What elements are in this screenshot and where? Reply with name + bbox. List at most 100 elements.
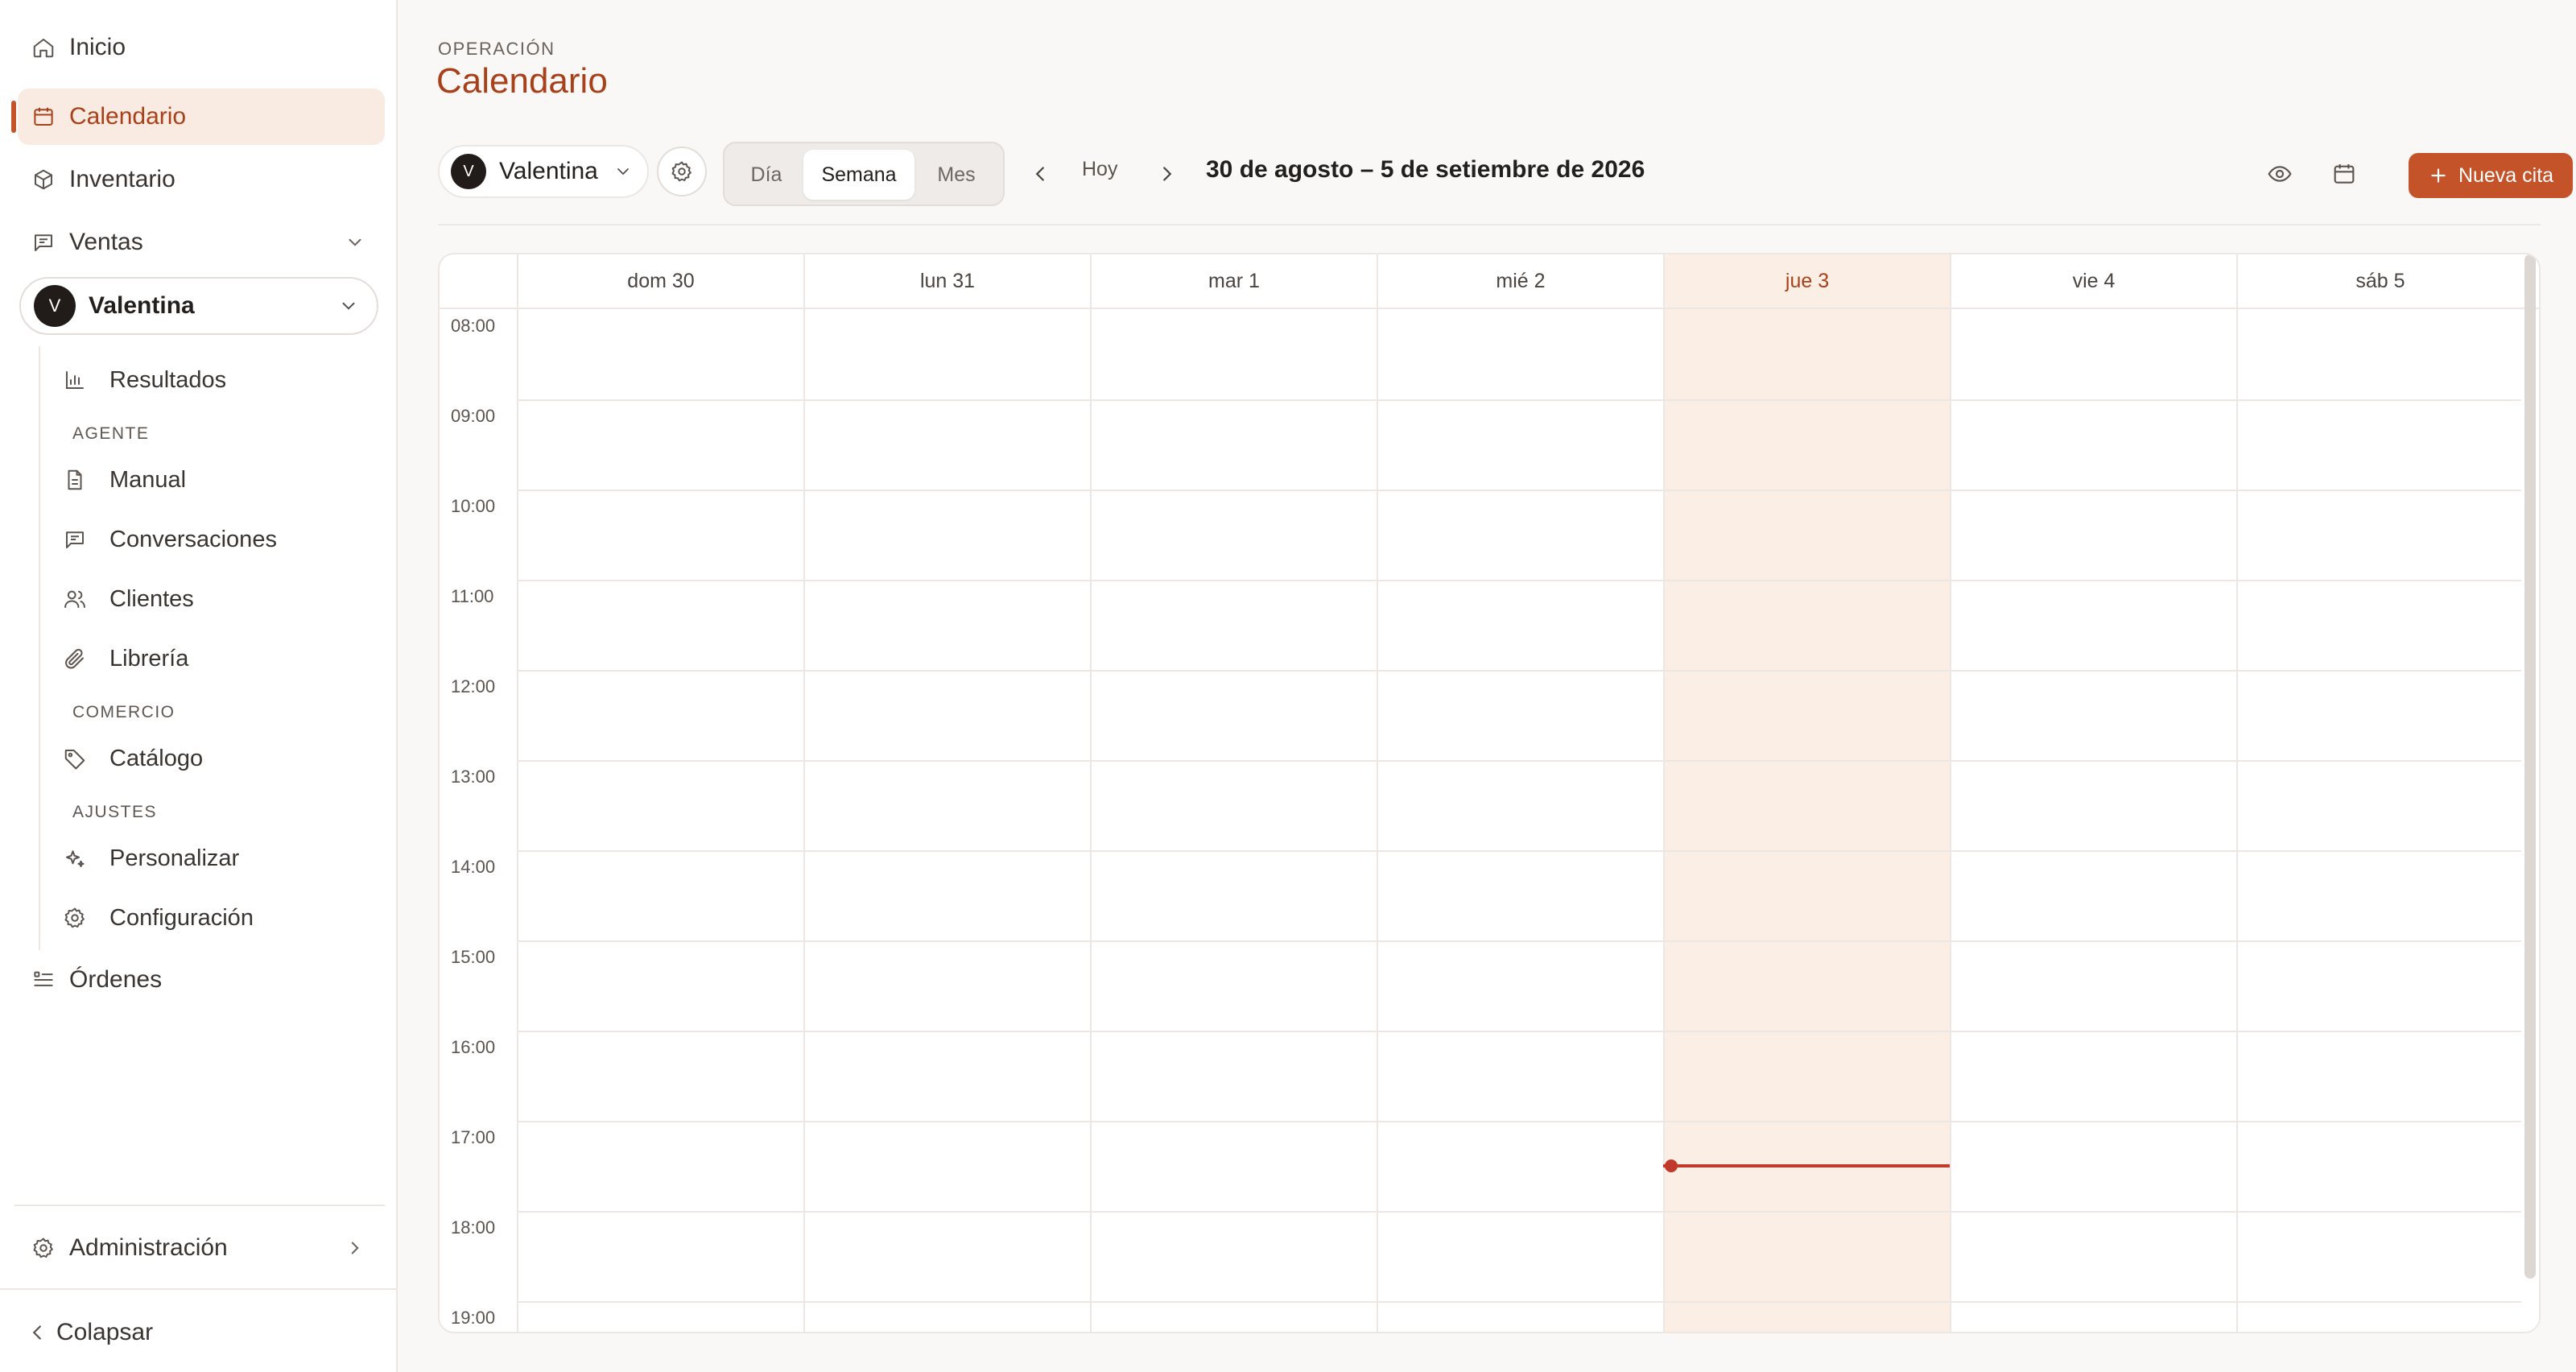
paperclip-icon [63,647,109,671]
previous-week-button[interactable] [1022,156,1058,192]
collapse-label: Colapsar [56,1319,154,1345]
day-column[interactable] [1950,309,2236,1332]
chevron-down-icon [338,295,359,316]
sidebar-item-resultados[interactable]: Resultados [63,356,226,404]
nav-item-ordenes[interactable]: Órdenes [18,952,385,1008]
day-header[interactable]: dom 30 [517,254,803,308]
sidebar-label-libreria: Librería [109,645,189,672]
hour-label: 14:00 [451,857,496,877]
hour-label: 10:00 [451,496,496,516]
gear-icon [18,1236,69,1260]
sidebar-label-manual: Manual [109,466,187,493]
collapse-button[interactable]: Colapsar [18,1304,385,1361]
nav-item-inventario[interactable]: Inventario [18,151,385,208]
sidebar-label-catalogo: Catálogo [109,745,204,771]
day-column[interactable] [1377,309,1663,1332]
sidebar-label-personalizar: Personalizar [109,845,240,871]
calendar-icon [2331,161,2357,187]
day-header-today[interactable]: jue 3 [1663,254,1950,308]
next-week-button[interactable] [1150,156,1185,192]
chevron-down-icon [613,162,633,181]
view-week-button[interactable]: Semana [803,150,914,200]
box-icon [18,167,69,192]
page-eyebrow: OPERACIÓN [438,39,555,59]
current-time-line [1663,1164,1950,1167]
day-header[interactable]: vie 4 [1950,254,2236,308]
day-header[interactable]: lun 31 [803,254,1090,308]
page-title: Calendario [436,61,608,101]
day-column[interactable] [517,309,803,1332]
agent-name: Valentina [89,292,195,319]
day-header[interactable]: sáb 5 [2236,254,2523,308]
sidebar-label-resultados: Resultados [109,366,227,393]
nav-item-ventas[interactable]: Ventas [18,214,385,271]
plus-icon [2428,165,2449,186]
person-selector[interactable]: V Valentina [438,145,649,198]
chevron-down-icon [345,232,365,253]
date-picker-button[interactable] [2323,153,2365,195]
sidebar-item-personalizar[interactable]: Personalizar [63,834,239,882]
nav-label-calendario: Calendario [69,103,187,130]
sidebar-item-conversaciones[interactable]: Conversaciones [63,515,277,564]
sidebar-item-catalogo[interactable]: Catálogo [63,734,203,783]
hour-label: 12:00 [451,676,496,696]
day-header[interactable]: mar 1 [1090,254,1377,308]
hour-label: 09:00 [451,406,496,426]
file-text-icon [63,468,109,492]
sidebar-item-clientes[interactable]: Clientes [63,575,194,623]
calendar-icon [18,105,69,129]
scrollbar[interactable] [2524,254,2536,1279]
sub-tree-line [39,346,40,950]
hour-label: 15:00 [451,947,496,967]
hour-label: 13:00 [451,767,496,787]
day-header[interactable]: mié 2 [1377,254,1663,308]
today-button[interactable]: Hoy [1082,158,1117,181]
eye-icon [2267,161,2293,187]
hour-gridline [517,670,2521,672]
sidebar-label-clientes: Clientes [109,585,194,612]
hour-label: 17:00 [451,1127,496,1147]
hour-gridline [517,1301,2521,1303]
gear-icon [63,906,109,930]
agent-selector[interactable]: V Valentina [19,277,378,335]
nav-item-administracion[interactable]: Administración [18,1220,385,1276]
nav-item-inicio[interactable]: Inicio [18,19,385,76]
view-switcher: Día Semana Mes [723,142,1005,206]
hour-label: 18:00 [451,1217,496,1238]
day-column[interactable] [2236,309,2523,1332]
agent-avatar: V [34,285,76,327]
section-label-ajustes: AJUSTES [72,803,158,821]
person-name: Valentina [499,158,598,184]
hour-gridline [517,760,2521,762]
calendar-settings-button[interactable] [657,147,707,196]
sidebar-item-manual[interactable]: Manual [63,456,186,504]
chevron-left-icon [18,1320,56,1345]
day-column[interactable] [803,309,1090,1332]
hour-gridline [517,1211,2521,1213]
hour-gridline [517,850,2521,852]
home-icon [18,35,69,60]
view-month-button[interactable]: Mes [918,150,995,200]
day-column-today[interactable] [1663,309,1950,1332]
current-time-dot [1665,1159,1678,1172]
sparkles-icon [63,846,109,870]
nav-item-calendario[interactable]: Calendario [18,89,385,145]
gear-icon [670,159,694,184]
sidebar-divider [14,1205,385,1206]
visibility-button[interactable] [2259,153,2301,195]
view-day-button[interactable]: Día [733,150,800,200]
sidebar-label-configuracion: Configuración [109,904,254,931]
hour-gridline [517,399,2521,401]
date-range-label: 30 de agosto – 5 de setiembre de 2026 [1206,156,1645,183]
nav-label-ordenes: Órdenes [69,966,163,993]
hour-gridline [517,1031,2521,1032]
chevron-left-icon [1028,162,1052,186]
list-icon [18,968,69,992]
nav-label-inicio: Inicio [69,34,126,60]
sidebar-item-libreria[interactable]: Librería [63,634,188,683]
hour-label: 11:00 [451,586,494,606]
new-appointment-button[interactable]: Nueva cita [2409,153,2573,198]
sidebar-item-configuracion[interactable]: Configuración [63,894,254,942]
calendar-toolbar: V Valentina Día Semana Mes Hoy 30 de ago… [438,142,2573,209]
day-column[interactable] [1090,309,1377,1332]
